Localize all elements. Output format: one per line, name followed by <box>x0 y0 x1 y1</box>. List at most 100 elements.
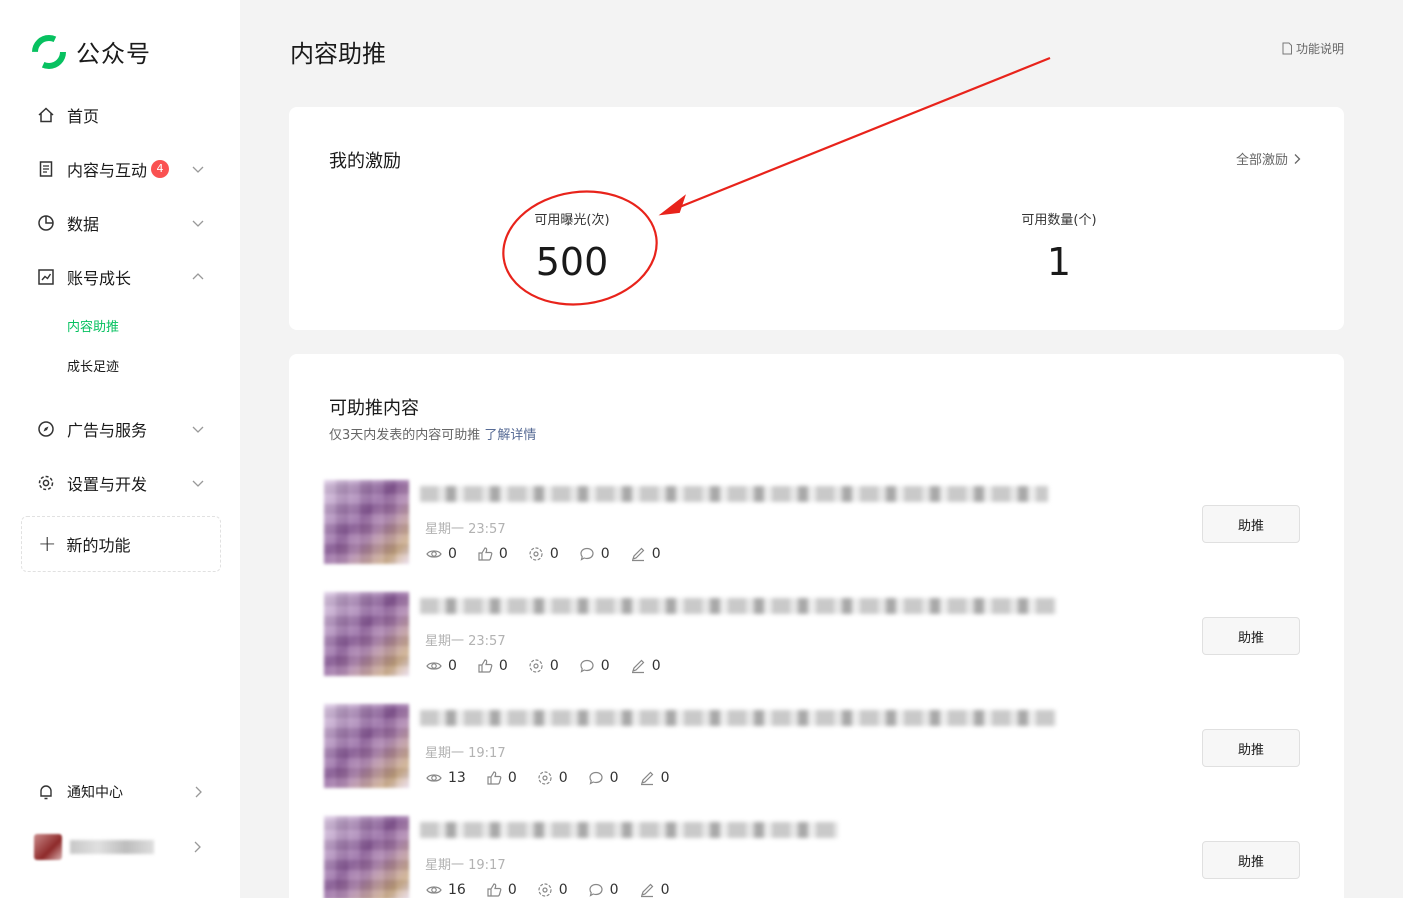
sidebar-subitem-growth-footprint[interactable]: 成长足迹 <box>67 356 119 375</box>
thumbs-up-icon <box>477 546 493 562</box>
plus-icon: + <box>38 531 57 557</box>
sidebar-item-settings[interactable]: 设置与开发 <box>37 468 217 498</box>
wechat-official-logo-icon <box>32 34 66 69</box>
metric-value: 0 <box>498 658 508 674</box>
metric-value: 0 <box>549 546 559 562</box>
article-metrics: 13 0 0 0 0 <box>426 770 670 786</box>
sidebar: 公众号 首页 内容与互动 4 数据 账号成长 内容助推 成长足迹 广告与服务 设… <box>0 0 240 898</box>
available-count-stat: 可用数量(个) 1 <box>1000 209 1118 284</box>
sidebar-item-data[interactable]: 数据 <box>37 208 217 238</box>
metric-value: 16 <box>448 882 466 898</box>
article-thumbnail[interactable] <box>324 704 409 788</box>
metric-likes: 0 <box>477 658 508 674</box>
trend-chart-icon <box>37 268 55 286</box>
thumbs-up-icon <box>486 770 502 786</box>
pencil-icon <box>639 770 655 786</box>
boostable-content-desc: 仅3天内发表的内容可助推 了解详情 <box>329 424 536 443</box>
learn-more-link[interactable]: 了解详情 <box>484 428 536 443</box>
metric-value: 0 <box>651 546 661 562</box>
new-features-button[interactable]: + 新的功能 <box>21 516 221 572</box>
logo[interactable]: 公众号 <box>32 34 151 69</box>
metric-comments: 0 <box>579 546 610 562</box>
chevron-right-icon <box>194 841 201 853</box>
article-title-blurred[interactable] <box>420 486 1048 502</box>
document-icon <box>1282 42 1292 55</box>
metric-edits: 0 <box>639 770 670 786</box>
chevron-right-icon <box>195 786 202 798</box>
thumbs-up-icon <box>486 882 502 898</box>
metric-value: 0 <box>609 770 619 786</box>
comment-icon <box>588 770 604 786</box>
share-icon <box>528 546 544 562</box>
article-thumbnail[interactable] <box>324 592 409 676</box>
article-metrics: 0 0 0 0 0 <box>426 546 661 562</box>
notification-badge: 4 <box>151 160 170 178</box>
account-switcher[interactable] <box>34 834 214 860</box>
new-features-label: 新的功能 <box>66 536 131 555</box>
sidebar-item-content[interactable]: 内容与互动 4 <box>37 154 217 184</box>
avatar <box>34 834 62 860</box>
metric-value: 0 <box>498 546 508 562</box>
share-icon <box>537 770 553 786</box>
sidebar-item-home[interactable]: 首页 <box>37 100 217 130</box>
comment-icon <box>579 546 595 562</box>
article-title-blurred[interactable] <box>420 710 1056 726</box>
boost-button[interactable]: 助推 <box>1202 617 1300 655</box>
stat-label: 可用曝光(次) <box>534 213 610 228</box>
metric-value: 0 <box>558 770 568 786</box>
boost-button[interactable]: 助推 <box>1202 505 1300 543</box>
page-title: 内容助推 <box>290 40 386 68</box>
metric-value: 0 <box>558 882 568 898</box>
boost-button[interactable]: 助推 <box>1202 729 1300 767</box>
metric-shares: 0 <box>528 658 559 674</box>
chevron-right-icon <box>1294 153 1301 164</box>
eye-icon <box>426 882 442 898</box>
metric-likes: 0 <box>486 770 517 786</box>
sidebar-item-label: 内容与互动 <box>67 161 148 180</box>
publish-time: 星期一 19:17 <box>425 746 506 761</box>
chevron-down-icon <box>192 166 204 173</box>
content-row: 星期一 23:57 0 0 0 0 0 助推 <box>324 592 1304 678</box>
help-link-label: 功能说明 <box>1295 42 1344 56</box>
metric-shares: 0 <box>537 882 568 898</box>
comment-icon <box>588 882 604 898</box>
metric-value: 0 <box>651 658 661 674</box>
all-incentives-link[interactable]: 全部激励 <box>1236 149 1302 168</box>
content-row: 星期一 23:57 0 0 0 0 0 助推 <box>324 480 1304 566</box>
eye-icon <box>426 658 442 674</box>
metric-edits: 0 <box>630 658 661 674</box>
compass-icon <box>37 420 55 438</box>
stat-value: 500 <box>535 240 609 284</box>
boostable-content-card: 可助推内容 仅3天内发表的内容可助推 了解详情 星期一 23:57 0 0 0 0 0 助推… <box>289 354 1344 898</box>
article-title-blurred[interactable] <box>420 822 838 838</box>
article-title-blurred[interactable] <box>420 598 1056 614</box>
metric-value: 0 <box>448 546 457 562</box>
desc-text: 仅3天内发表的内容可助推 <box>329 428 481 443</box>
metric-views: 0 <box>426 546 457 562</box>
app-name: 公众号 <box>76 40 151 68</box>
sidebar-item-label: 数据 <box>67 215 100 234</box>
pencil-icon <box>630 658 646 674</box>
sidebar-item-label: 账号成长 <box>67 269 132 288</box>
sidebar-item-notifications[interactable]: 通知中心 <box>37 777 217 807</box>
sidebar-subitem-content-boost[interactable]: 内容助推 <box>67 316 119 335</box>
metric-value: 13 <box>448 770 466 786</box>
article-thumbnail[interactable] <box>324 480 409 564</box>
help-link[interactable]: 功能说明 <box>1281 40 1344 57</box>
chevron-up-icon <box>192 273 204 280</box>
metric-views: 13 <box>426 770 466 786</box>
sidebar-item-label: 设置与开发 <box>67 475 148 494</box>
article-thumbnail[interactable] <box>324 816 409 898</box>
metric-shares: 0 <box>528 546 559 562</box>
metric-edits: 0 <box>630 546 661 562</box>
sidebar-item-ads[interactable]: 广告与服务 <box>37 414 217 444</box>
available-exposure-stat: 可用曝光(次) 500 <box>513 209 631 284</box>
pencil-icon <box>630 546 646 562</box>
all-incentives-label: 全部激励 <box>1235 153 1288 168</box>
content-row: 星期一 19:17 13 0 0 0 0 助推 <box>324 704 1304 790</box>
chevron-down-icon <box>192 480 204 487</box>
boost-button[interactable]: 助推 <box>1202 841 1300 879</box>
sidebar-item-growth[interactable]: 账号成长 <box>37 262 217 292</box>
metric-value: 0 <box>609 882 619 898</box>
bell-icon <box>37 783 55 801</box>
